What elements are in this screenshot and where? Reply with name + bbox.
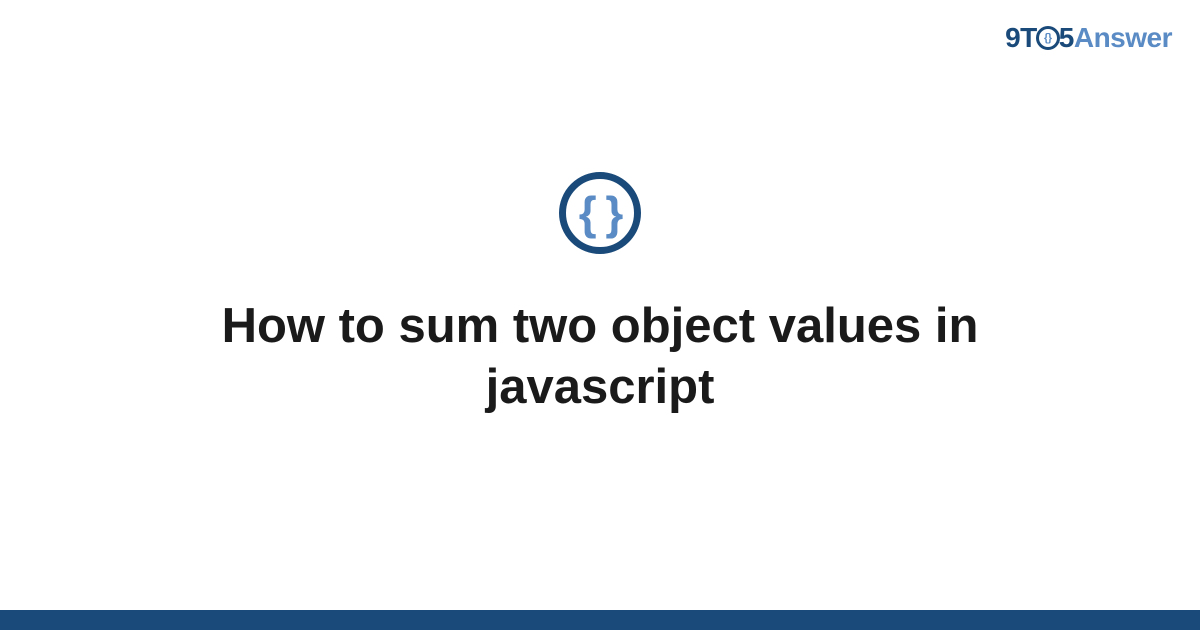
code-braces-icon: { } [579,186,622,240]
site-logo: 9T 5Answer [1005,22,1172,54]
logo-text-5: 5 [1059,22,1074,53]
logo-circle-icon [1036,26,1060,50]
main-content: { } How to sum two object values in java… [0,172,1200,419]
footer-bar [0,610,1200,630]
logo-text-9t: 9T [1005,22,1037,53]
logo-text-answer: Answer [1074,22,1172,53]
category-icon-circle: { } [559,172,641,254]
page-title: How to sum two object values in javascri… [140,296,1060,419]
